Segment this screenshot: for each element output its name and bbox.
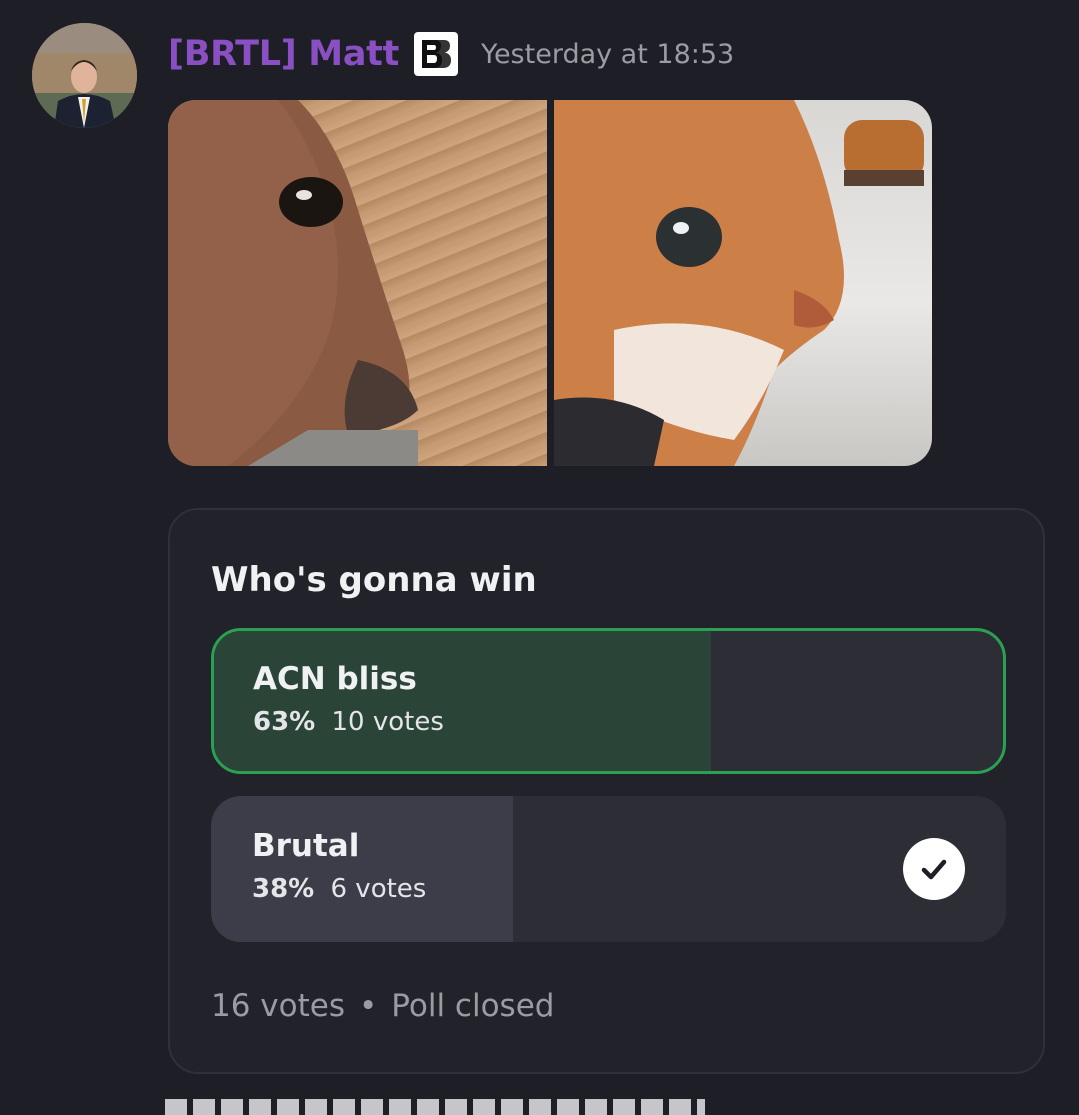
poll-footer-separator: • bbox=[359, 988, 378, 1024]
poll-answer-brutal[interactable]: Brutal 38% 6 votes bbox=[211, 796, 1006, 942]
message-timestamp: Yesterday at 18:53 bbox=[481, 38, 735, 70]
attachment-image-horse[interactable] bbox=[168, 100, 547, 466]
poll-answer-votes: 10 votes bbox=[331, 707, 444, 737]
poll-answer-votes: 6 votes bbox=[330, 874, 427, 904]
brtl-badge-icon[interactable] bbox=[414, 32, 459, 76]
poll-card: Who's gonna win ACN bliss 63% 10 votes B… bbox=[168, 508, 1045, 1074]
poll-answer-label: Brutal bbox=[252, 828, 360, 864]
next-message-cropped-text bbox=[165, 1099, 705, 1115]
poll-answer-acn-bliss[interactable]: ACN bliss 63% 10 votes bbox=[211, 628, 1006, 774]
poll-answer-stats: 63% 10 votes bbox=[253, 705, 444, 739]
poll-total-votes[interactable]: 16 votes bbox=[211, 988, 345, 1024]
poll-answer-percent: 38% bbox=[252, 874, 315, 904]
avatar[interactable] bbox=[32, 23, 137, 128]
poll-answer-text: Brutal 38% 6 votes bbox=[252, 826, 426, 906]
avatar-photo bbox=[32, 23, 137, 128]
chat-message: [BRTL] Matt Yesterday at 18:53 Who's gon… bbox=[0, 0, 1079, 1115]
username[interactable]: [BRTL] Matt bbox=[168, 34, 399, 74]
attachment-image-cat[interactable] bbox=[554, 100, 932, 466]
poll-question: Who's gonna win bbox=[211, 560, 537, 600]
poll-status: Poll closed bbox=[391, 988, 555, 1024]
checkmark-icon bbox=[903, 838, 965, 900]
poll-answer-label: ACN bliss bbox=[253, 661, 417, 697]
message-header: [BRTL] Matt Yesterday at 18:53 bbox=[168, 26, 734, 82]
image-attachments bbox=[168, 100, 932, 466]
poll-answer-text: ACN bliss 63% 10 votes bbox=[253, 659, 444, 739]
poll-answer-stats: 38% 6 votes bbox=[252, 872, 426, 906]
poll-footer: 16 votes • Poll closed bbox=[211, 988, 554, 1024]
poll-answer-percent: 63% bbox=[253, 707, 316, 737]
